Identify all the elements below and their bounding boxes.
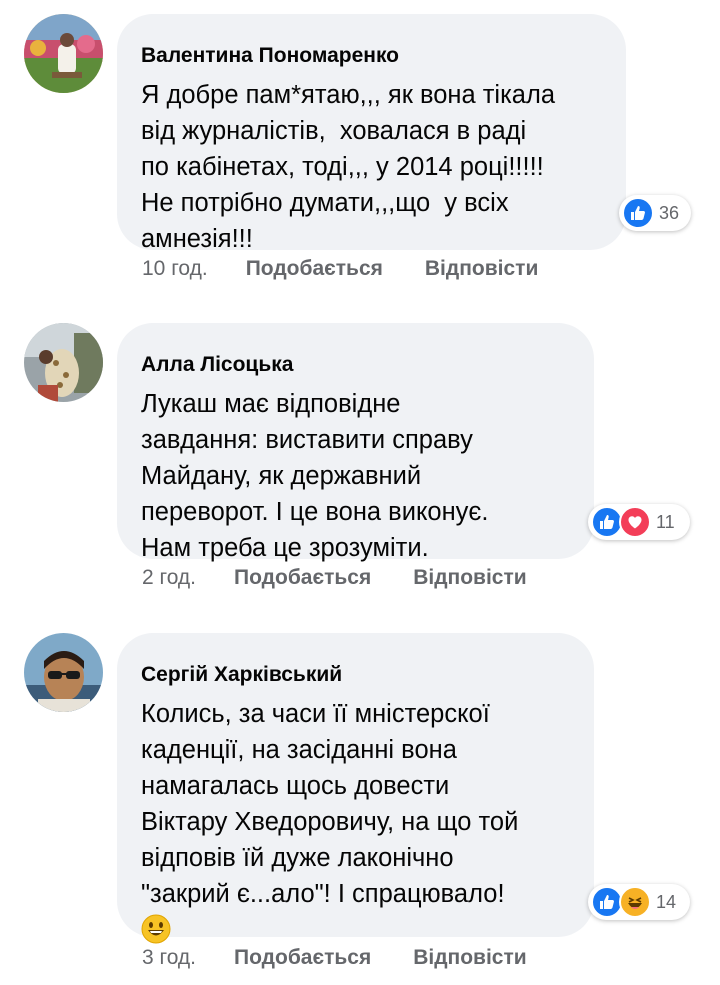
comment-line: переворот. І це вона виконує.: [141, 498, 489, 526]
comment-timestamp[interactable]: 10 год.: [142, 257, 208, 281]
comment-actions: 2 год. Подобається Відповісти: [142, 566, 565, 590]
comment-author[interactable]: Валентина Пономаренко: [141, 44, 602, 68]
avatar[interactable]: [24, 14, 103, 93]
like-reaction-icon: [622, 197, 654, 229]
comment-line: по кабінетах, тоді,,, у 2014 році!!!!!: [141, 153, 544, 181]
love-reaction-icon: [619, 506, 651, 538]
comment-line: Майдану, як державний: [141, 462, 422, 490]
comment-line: каденції, на засіданні вона: [141, 736, 457, 764]
reactions-summary[interactable]: 36: [619, 195, 691, 231]
comment-line: від журналістів, ховалася в раді: [141, 117, 527, 145]
comment-line: Колись, за часи її мністерскої: [141, 700, 490, 728]
haha-reaction-icon: [619, 886, 651, 918]
comment-timestamp[interactable]: 3 год.: [142, 946, 196, 970]
comment-line: Я добре пам*ятаю,,, як вона тікала: [141, 81, 556, 109]
comment-line: відповів їй дуже лаконічно: [141, 844, 454, 872]
avatar[interactable]: [24, 323, 103, 402]
comment-text: Лукаш має відповідне завдання: виставити …: [141, 386, 570, 566]
like-button[interactable]: Подобається: [234, 566, 371, 590]
comment-actions: 3 год. Подобається Відповісти: [142, 946, 565, 970]
comment-bubble: Сергій Харківський Колись, за часи її мн…: [117, 633, 594, 944]
comment-text: Колись, за часи її мністерскої каденції, …: [141, 696, 570, 954]
comment-actions: 10 год. Подобається Відповісти: [142, 257, 576, 281]
comment-bubble: Валентина Пономаренко Я добре пам*ятаю,,…: [117, 14, 626, 253]
reaction-count: 14: [656, 891, 677, 912]
like-button[interactable]: Подобається: [234, 946, 371, 970]
comment-line: Нам треба це зрозуміти.: [141, 534, 429, 562]
avatar[interactable]: [24, 633, 103, 712]
reactions-summary[interactable]: 11: [588, 504, 690, 540]
reply-button[interactable]: Відповісти: [413, 946, 526, 970]
comment-text: Я добре пам*ятаю,,, як вона тікала від жу…: [141, 77, 602, 257]
reply-button[interactable]: Відповісти: [425, 257, 538, 281]
comment-line: намагалась щось довести: [141, 772, 450, 800]
comment-line: Віктару Хведоровичу, на що той: [141, 808, 519, 836]
comment-line: завдання: виставити справу: [141, 426, 473, 454]
comment-author[interactable]: Алла Лісоцька: [141, 353, 570, 377]
reply-button[interactable]: Відповісти: [413, 566, 526, 590]
reaction-count: 11: [656, 511, 675, 532]
comment-line: амнезія!!!: [141, 225, 253, 253]
comment-line: "закрий є...ало"! І спрацювало!: [141, 880, 505, 908]
comment-line: Не потрібно думати,,,що у всіх: [141, 189, 509, 217]
comment-timestamp[interactable]: 2 год.: [142, 566, 196, 590]
comment-line: Лукаш має відповідне: [141, 390, 401, 418]
reactions-summary[interactable]: 14: [588, 884, 690, 920]
like-button[interactable]: Подобається: [246, 257, 383, 281]
comment-bubble: Алла Лісоцька Лукаш має відповідне завдан…: [117, 323, 594, 562]
reaction-count: 36: [659, 202, 680, 223]
comment-author[interactable]: Сергій Харківський: [141, 663, 570, 687]
